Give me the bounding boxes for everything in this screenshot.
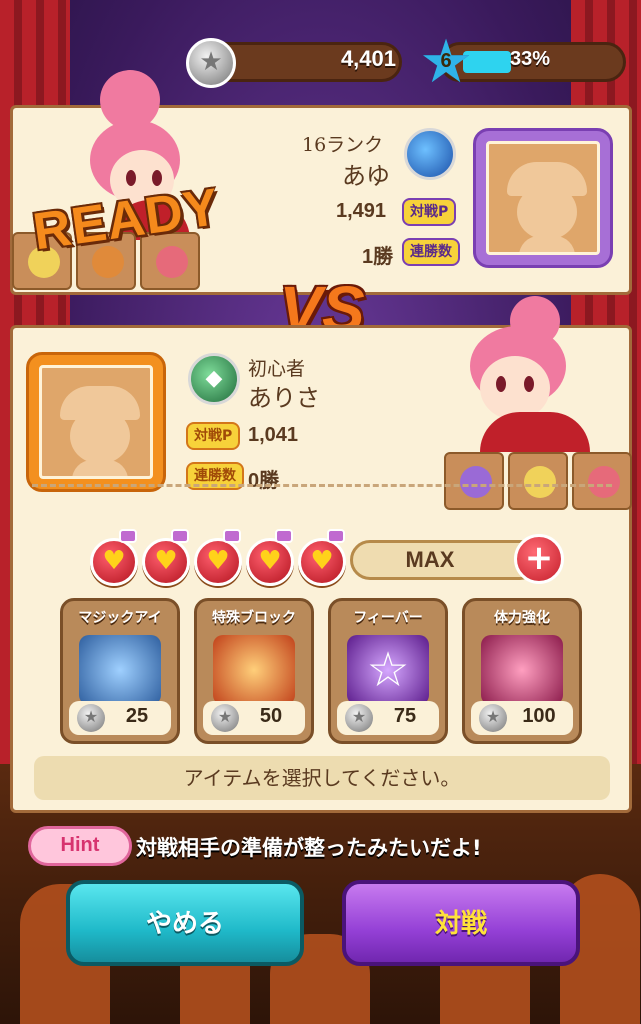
item-price-bar: ★ 75 — [337, 701, 439, 735]
battle-points-tag: 対戦P — [186, 422, 241, 450]
opponent-name: あゆ — [342, 162, 390, 190]
coin-icon: ★ — [479, 704, 507, 732]
player-win-streak: 0勝 — [248, 470, 280, 492]
heart-icon: ♥ — [194, 529, 242, 586]
coin-icon: ★ — [77, 704, 105, 732]
moon-icon — [404, 128, 456, 180]
coin-icon: ★ — [211, 704, 239, 732]
player-name: ありさ — [248, 384, 320, 412]
add-stamina-button[interactable]: + — [514, 534, 564, 584]
battle-button[interactable]: 対戦 — [342, 880, 580, 966]
heart-icon: ♥ — [298, 529, 346, 586]
magnifier-icon — [79, 635, 161, 705]
cancel-button[interactable]: やめる — [66, 880, 304, 966]
item-price: 75 — [393, 705, 417, 727]
heart-icon: ♥ — [142, 529, 190, 586]
heart-icon: ♥ — [246, 529, 294, 586]
item-special-block[interactable]: 特殊ブロック ★ 50 — [194, 598, 314, 744]
gem-icon: ◆ — [188, 353, 240, 405]
player-team-member — [444, 452, 504, 510]
item-label: フィーバー — [353, 610, 423, 626]
battle-points-tag: 対戦P — [402, 198, 457, 226]
opponent-win-streak: 1勝 — [362, 246, 394, 268]
heart-icon: ♥ — [90, 529, 138, 586]
win-streak-tag: 連勝数 — [402, 238, 460, 266]
item-price: 100 — [522, 705, 556, 727]
player-avatar — [26, 352, 166, 492]
item-price-bar: ★ 100 — [471, 701, 573, 735]
player-battle-points: 1,041 — [248, 424, 299, 446]
player-team-member — [508, 452, 568, 510]
opponent-battle-points: 1,491 — [336, 200, 387, 222]
player-character — [450, 296, 600, 466]
item-label: 体力強化 — [494, 610, 550, 626]
coin-icon: ★ — [345, 704, 373, 732]
item-price-bar: ★ 25 — [69, 701, 171, 735]
coin-value: 4,401 — [340, 46, 396, 71]
item-fever[interactable]: フィーバー ☆ ★ 75 — [328, 598, 448, 744]
player-team-member — [572, 452, 632, 510]
item-label: マジックアイ — [78, 610, 162, 626]
opponent-rank: 16ランク — [302, 134, 384, 156]
opponent-avatar — [473, 128, 613, 268]
player-rank: 初心者 — [248, 358, 306, 380]
item-price: 25 — [125, 705, 149, 727]
experience-percent: 33% — [510, 48, 551, 70]
hint-text: 対戦相手の準備が整ったみたいだよ! — [136, 836, 482, 860]
hint-badge: Hint — [28, 826, 132, 866]
item-price-bar: ★ 50 — [203, 701, 305, 735]
stamina-status: MAX — [350, 540, 540, 580]
star-icon: ☆ — [347, 635, 429, 705]
item-price: 50 — [259, 705, 283, 727]
item-stamina-boost[interactable]: 体力強化 ★ 100 — [462, 598, 582, 744]
item-label: 特殊ブロック — [212, 610, 296, 626]
item-magic-eye[interactable]: マジックアイ ★ 25 — [60, 598, 180, 744]
item-select-message: アイテムを選択してください。 — [34, 756, 610, 800]
potion-icon — [481, 635, 563, 705]
player-level: 6 — [440, 50, 452, 72]
divider — [32, 484, 612, 487]
special-block-icon — [213, 635, 295, 705]
